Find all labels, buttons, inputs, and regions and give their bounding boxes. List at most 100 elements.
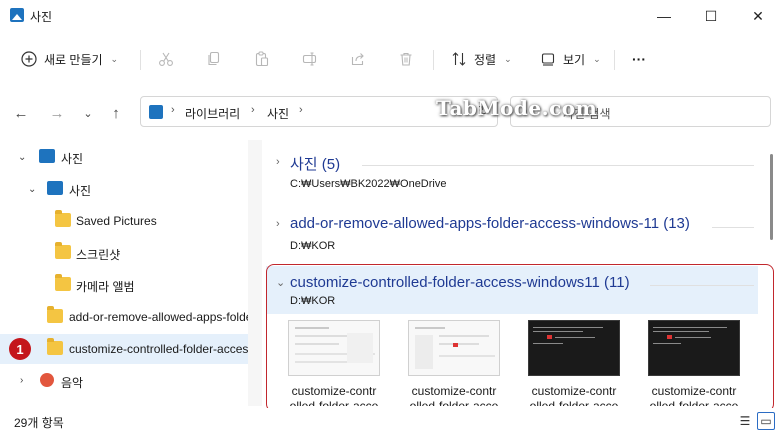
window-title: 사진 xyxy=(30,10,53,24)
caption-line: olled-folder-acce xyxy=(289,399,379,406)
pictures-folder-icon xyxy=(47,181,63,195)
view-icon xyxy=(539,50,557,68)
sidebar-item-label: 카메라 앨범 xyxy=(76,280,135,294)
toolbar-divider xyxy=(614,50,615,70)
copy-icon xyxy=(205,50,223,68)
recent-locations-button[interactable]: ⌄ xyxy=(77,102,99,124)
step-badge: 1 xyxy=(9,338,31,360)
toolbar-divider xyxy=(433,50,434,70)
thumbnail-caption: customize-contr olled-folder-acce xyxy=(394,384,514,406)
chevron-down-icon: ⌄ xyxy=(593,53,601,64)
thumbnail-caption: customize-contr olled-folder-acce xyxy=(274,384,394,406)
chevron-down-icon: ⌄ xyxy=(110,53,119,64)
paste-icon xyxy=(253,50,271,68)
up-button[interactable]: ↑ xyxy=(105,102,127,124)
sidebar-scrollbar[interactable] xyxy=(248,140,262,406)
group-header-add-or-remove[interactable]: › add-or-remove-allowed-apps-folder-acce… xyxy=(266,210,758,256)
caption-line: olled-folder-acce xyxy=(409,399,499,406)
sidebar-item-label: 스크린샷 xyxy=(76,248,121,262)
paste-button[interactable] xyxy=(253,44,271,74)
scissors-icon xyxy=(157,50,175,68)
sidebar-item-add-or-remove-folder[interactable]: add-or-remove-allowed-apps-folder-access… xyxy=(0,302,248,332)
arrow-right-icon: → xyxy=(49,104,65,122)
pictures-app-icon xyxy=(10,8,24,22)
rename-button[interactable] xyxy=(301,44,319,74)
new-button[interactable]: 새로 만들기 ⌄ xyxy=(20,44,118,74)
group-customize-folder: ⌄ customize-controlled-folder-access-win… xyxy=(266,266,758,406)
chevron-down-icon: ⌄ xyxy=(83,107,93,120)
sidebar-item-music[interactable]: › 음악 xyxy=(0,366,248,396)
terminal-preview xyxy=(528,320,620,376)
delete-button[interactable] xyxy=(397,44,415,74)
sidebar-item-label: 사진 xyxy=(61,152,84,166)
sidebar-item-customize-folder[interactable]: 1 customize-controlled-folder-access-win… xyxy=(0,334,248,364)
group-title: 사진 (5) xyxy=(290,156,341,173)
sidebar-item-label: 사진 xyxy=(69,184,92,198)
see-more-button[interactable]: ··· xyxy=(632,44,646,74)
cut-button[interactable] xyxy=(157,44,175,74)
group-title: customize-controlled-folder-access-windo… xyxy=(290,274,630,291)
copy-button[interactable] xyxy=(205,44,223,74)
chevron-right-icon: › xyxy=(20,375,24,386)
group-divider xyxy=(362,165,754,166)
group-divider xyxy=(650,285,754,286)
folder-icon xyxy=(47,306,63,323)
caption-line: customize-contr xyxy=(531,384,617,398)
scrollbar-thumb[interactable] xyxy=(770,154,773,240)
item-count: 29개 항목 xyxy=(14,416,64,430)
navigation-bar: ← → ⌄ ↑ › 라이브러리 › 사진 › ↻ ⌕ 사진 검색 xyxy=(0,90,781,134)
maximize-button[interactable]: ☐ xyxy=(688,0,734,32)
breadcrumb-pictures[interactable]: 사진 xyxy=(267,105,289,122)
folder-icon xyxy=(55,242,71,259)
new-button-label: 새로 만들기 xyxy=(44,52,103,67)
close-icon: ✕ xyxy=(752,7,764,24)
pictures-library-icon xyxy=(149,105,163,119)
file-list: › 사진 (5) C:₩Users₩BK2022₩OneDrive › add-… xyxy=(262,140,781,406)
sidebar-item-label: add-or-remove-allowed-apps-folder-access… xyxy=(69,310,248,324)
share-button[interactable] xyxy=(349,44,367,74)
terminal-preview xyxy=(648,320,740,376)
sidebar-item-saved-pictures[interactable]: Saved Pictures xyxy=(0,206,248,236)
group-path: C:₩Users₩BK2022₩OneDrive xyxy=(290,178,447,190)
folder-icon xyxy=(47,338,63,355)
details-view-button[interactable]: ☰ xyxy=(736,412,754,430)
caption-line: customize-contr xyxy=(411,384,497,398)
sidebar-item-label: Saved Pictures xyxy=(76,214,157,228)
plus-circle-icon xyxy=(20,50,38,68)
title-bar: 사진 — ☐ ✕ xyxy=(0,0,781,32)
content-scrollbar[interactable] xyxy=(764,140,781,406)
back-button[interactable]: ← xyxy=(10,102,32,124)
forward-button[interactable]: → xyxy=(46,102,68,124)
sidebar-item-pictures-folder[interactable]: ⌄ 사진 xyxy=(0,174,248,204)
folder-icon xyxy=(55,274,71,291)
caption-line: olled-folder-acce xyxy=(649,399,739,406)
close-button[interactable]: ✕ xyxy=(735,0,781,32)
breadcrumb-library[interactable]: 라이브러리 xyxy=(185,105,240,122)
view-button-label: 보기 xyxy=(563,52,586,67)
chevron-right-icon: › xyxy=(276,218,280,230)
sidebar-item-label: 음악 xyxy=(61,376,84,390)
navigation-pane: ⌄ 사진 ⌄ 사진 Saved Pictures 스크린샷 카메라 앨범 add… xyxy=(0,140,248,406)
maximize-icon: ☐ xyxy=(704,7,718,24)
group-path: D:₩KOR xyxy=(290,295,336,307)
pictures-library-icon xyxy=(39,149,55,163)
thumbnail-view-button[interactable]: ▭ xyxy=(757,412,775,430)
chevron-right-icon: › xyxy=(276,156,280,168)
chevron-down-icon: ⌄ xyxy=(28,184,37,195)
sidebar-item-camera-roll[interactable]: 카메라 앨범 xyxy=(0,270,248,300)
caption-line: olled-folder-acce xyxy=(529,399,619,406)
arrow-up-icon: ↑ xyxy=(112,104,120,122)
watermark: TabMode.com xyxy=(436,96,598,120)
view-button[interactable]: 보기 ⌄ xyxy=(539,44,601,74)
thumbnail-caption: customize-contr olled-folder-acce xyxy=(634,384,754,406)
sidebar-item-screenshots[interactable]: 스크린샷 xyxy=(0,238,248,268)
music-library-icon xyxy=(40,373,54,387)
sidebar-item-pictures-library[interactable]: ⌄ 사진 xyxy=(0,142,248,172)
toolbar-divider xyxy=(140,50,141,70)
sort-button[interactable]: 정렬 ⌄ xyxy=(450,44,512,74)
minimize-button[interactable]: — xyxy=(641,0,687,32)
caption-line: customize-contr xyxy=(651,384,737,398)
group-header-pictures[interactable]: › 사진 (5) C:₩Users₩BK2022₩OneDrive xyxy=(266,148,758,194)
caption-line: customize-contr xyxy=(291,384,377,398)
chevron-right-icon: › xyxy=(299,104,303,116)
